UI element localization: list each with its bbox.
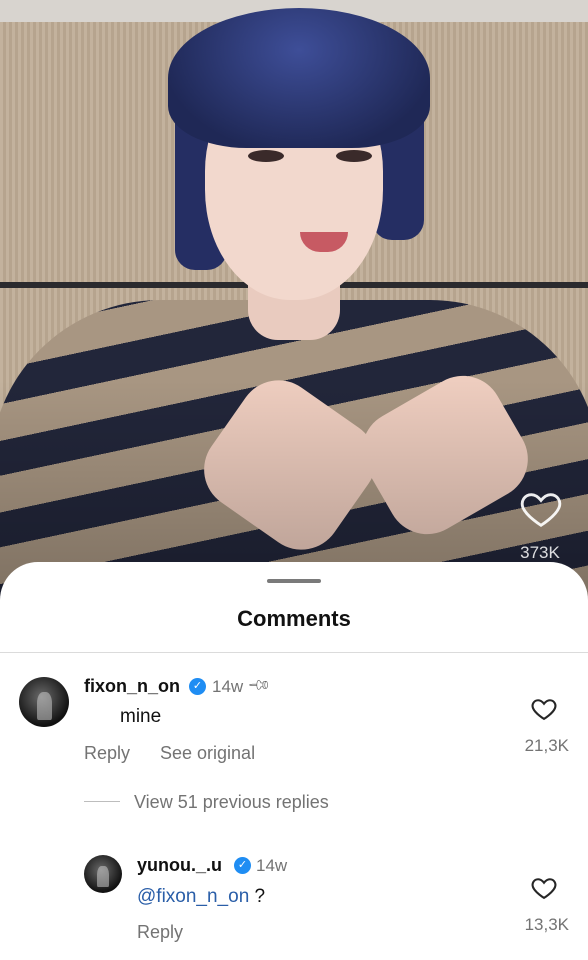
sheet-divider (0, 652, 588, 653)
reply-username[interactable]: yunou._.u (137, 855, 222, 876)
see-original-button[interactable]: See original (160, 743, 255, 764)
reply-timestamp: 14w (256, 856, 288, 875)
avatar[interactable] (84, 855, 122, 893)
view-previous-replies-button[interactable]: View 51 previous replies (134, 792, 329, 813)
comment-timestamp: 14w (212, 677, 244, 696)
reply-text-tail: ? (249, 886, 266, 907)
verified-badge-icon: ✓ (234, 857, 251, 874)
comment-text: mine (120, 706, 162, 727)
reply-like-icon[interactable] (530, 874, 558, 902)
avatar[interactable] (19, 677, 69, 727)
comment-username[interactable]: fixon_n_on (84, 676, 180, 697)
reply-text: @fixon_n_on ? (137, 886, 265, 908)
replies-divider (84, 801, 120, 802)
post-like-count: 373K (520, 543, 560, 562)
verified-badge-icon: ✓ (189, 678, 206, 695)
reel-video-frame[interactable]: 373K (0, 0, 588, 600)
reply-like-count: 13,3K (524, 915, 569, 934)
reels-comments-screen: 373K Comments fixon_n_on ✓ 14w 📌︎ mine R… (0, 0, 588, 960)
sheet-drag-handle[interactable] (267, 579, 321, 583)
person-hair (168, 8, 430, 148)
mention-link[interactable]: @fixon_n_on (137, 886, 249, 907)
person-eye-right (336, 150, 372, 162)
person-eye-left (248, 150, 284, 162)
reply-button[interactable]: Reply (84, 743, 130, 764)
heart-outline-icon[interactable] (518, 486, 564, 532)
sheet-title: Comments (237, 606, 351, 631)
pin-icon: 📌︎ (246, 672, 272, 699)
comment-like-icon[interactable] (530, 695, 558, 723)
comment-like-count: 21,3K (524, 736, 569, 755)
reply-button[interactable]: Reply (137, 922, 183, 943)
comments-sheet: Comments fixon_n_on ✓ 14w 📌︎ mine Reply … (0, 562, 588, 960)
